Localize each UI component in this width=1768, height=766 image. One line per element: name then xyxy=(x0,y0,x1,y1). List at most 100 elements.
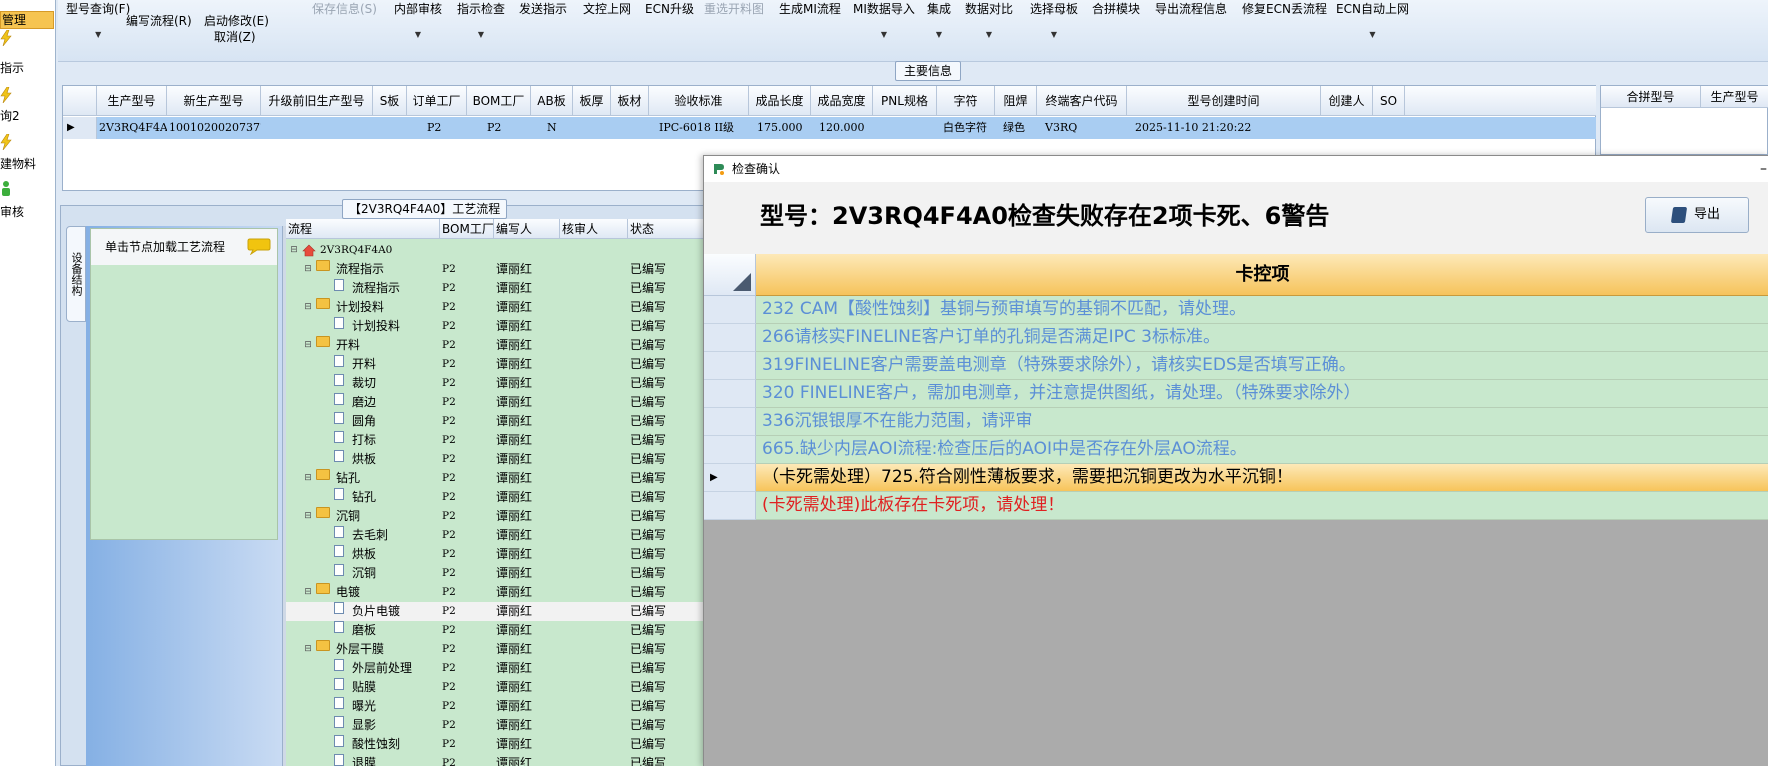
integration-button[interactable]: 集成 ▼ xyxy=(927,0,951,39)
row-selector[interactable] xyxy=(704,408,756,436)
cell-bom-factory[interactable]: P2 xyxy=(467,117,531,139)
tree-row[interactable]: ⊟ 开料 P2 谭丽红 已编写 xyxy=(286,336,720,355)
tree-row[interactable]: 烘板 P2 谭丽红 已编写 xyxy=(286,545,720,564)
tree-row[interactable]: 磨板 P2 谭丽红 已编写 xyxy=(286,621,720,640)
tree-row[interactable]: ⊟ 电镀 P2 谭丽红 已编写 xyxy=(286,583,720,602)
column-header[interactable]: 字符 xyxy=(937,86,995,116)
row-selector[interactable] xyxy=(704,492,756,520)
collapse-icon[interactable]: ⊟ xyxy=(304,298,312,317)
collapse-icon[interactable]: ⊟ xyxy=(290,241,298,260)
row-indicator[interactable]: ▶ xyxy=(63,117,97,139)
column-header[interactable]: 验收标准 xyxy=(649,86,749,116)
tree-row[interactable]: 显影 P2 谭丽红 已编写 xyxy=(286,716,720,735)
column-header[interactable]: BOM工厂 xyxy=(467,86,531,116)
column-header[interactable]: 生产型号 xyxy=(1701,86,1768,108)
column-header[interactable]: 升级前旧生产型号 xyxy=(261,86,373,116)
cell-new-model[interactable]: 10010200207377 xyxy=(167,117,261,139)
export-flow-info-button[interactable]: 导出流程信息 xyxy=(1155,0,1227,17)
column-header[interactable]: AB板 xyxy=(531,86,573,116)
cell-length[interactable]: 175.000 xyxy=(749,117,811,139)
column-header[interactable]: BOM工厂 xyxy=(440,219,494,239)
row-selector[interactable]: ▶ xyxy=(704,464,756,492)
instruction-check-button[interactable]: 指示检查 ▼ xyxy=(457,0,505,39)
cell-solder-mask[interactable]: 绿色 xyxy=(995,117,1037,139)
cell-ab-board[interactable]: N xyxy=(531,117,573,139)
collapse-icon[interactable]: ⊟ xyxy=(304,469,312,488)
cell-acceptance-standard[interactable]: IPC-6018 II级 xyxy=(649,117,749,139)
column-header[interactable]: 型号创建时间 xyxy=(1127,86,1321,116)
column-header[interactable]: 订单工厂 xyxy=(407,86,467,116)
tree-row[interactable]: 酸性蚀刻 P2 谭丽红 已编写 xyxy=(286,735,720,754)
doc-online-button[interactable]: 文控上网 xyxy=(583,0,631,17)
tree-row[interactable]: ⊟ 外层干膜 P2 谭丽红 已编写 xyxy=(286,640,720,659)
start-modify-button[interactable]: 启动修改(E) xyxy=(204,12,269,29)
tree-row[interactable]: ⊟ 计划投料 P2 谭丽红 已编写 xyxy=(286,298,720,317)
ecn-upgrade-button[interactable]: ECN升级 xyxy=(645,0,694,17)
tree-row[interactable]: 负片电镀 P2 谭丽红 已编写 xyxy=(286,602,720,621)
tree-row[interactable]: ⊟ 流程指示 P2 谭丽红 已编写 xyxy=(286,260,720,279)
row-selector[interactable] xyxy=(704,352,756,380)
row-selector[interactable] xyxy=(704,324,756,352)
equipment-structure-tab[interactable]: 设备结构 xyxy=(66,226,86,322)
cell-create-time[interactable]: 2025-11-10 21:20:22 xyxy=(1127,117,1321,139)
column-header[interactable]: 流程 xyxy=(286,219,440,239)
internal-review-button[interactable]: 内部审核 ▼ xyxy=(394,0,442,39)
column-header[interactable]: 成品宽度 xyxy=(811,86,873,116)
tree-row[interactable]: 计划投料 P2 谭丽红 已编写 xyxy=(286,317,720,336)
cell-width[interactable]: 120.000 xyxy=(811,117,873,139)
cancel-button[interactable]: 取消(Z) xyxy=(214,28,256,45)
send-instruction-button[interactable]: 发送指示 xyxy=(519,0,567,17)
column-header[interactable]: S板 xyxy=(373,86,407,116)
tree-row[interactable]: 曝光 P2 谭丽红 已编写 xyxy=(286,697,720,716)
column-header[interactable]: 合拼型号 xyxy=(1601,86,1701,108)
ecn-auto-online-button[interactable]: ECN自动上网 ▼ xyxy=(1336,0,1409,39)
collapse-icon[interactable]: ⊟ xyxy=(304,336,312,355)
control-item-row[interactable]: 336沉银银厚不在能力范围，请评审 xyxy=(704,408,1768,436)
reselect-cut-diagram-button[interactable]: 重选开料图 xyxy=(704,0,764,17)
nav-item-management[interactable]: 管理 xyxy=(0,11,54,29)
nav-item-review[interactable]: 审核 xyxy=(0,203,54,220)
control-item-row[interactable]: ▶ （卡死需处理）725.符合刚性薄板要求，需要把沉铜更改为水平沉铜！ xyxy=(704,464,1768,492)
row-selector[interactable] xyxy=(704,296,756,324)
collapse-icon[interactable]: ⊟ xyxy=(304,260,312,279)
column-header[interactable]: 阻焊 xyxy=(995,86,1037,116)
tree-row[interactable]: 去毛刺 P2 谭丽红 已编写 xyxy=(286,526,720,545)
column-header[interactable]: 核审人 xyxy=(560,219,628,239)
control-item-row[interactable]: 319FINELINE客户需要盖电测章（特殊要求除外），请核实EDS是否填写正确… xyxy=(704,352,1768,380)
select-motherboard-button[interactable]: 选择母板 ▼ xyxy=(1030,0,1078,39)
column-header[interactable]: SO xyxy=(1373,86,1405,116)
nav-item-material[interactable]: 建物料 xyxy=(0,155,54,172)
row-selector[interactable] xyxy=(704,436,756,464)
mi-data-import-button[interactable]: MI数据导入 ▼ xyxy=(853,0,915,39)
tree-row[interactable]: 贴膜 P2 谭丽红 已编写 xyxy=(286,678,720,697)
merge-module-button[interactable]: 合拼模块 xyxy=(1092,0,1140,17)
dialog-titlebar[interactable]: 检查确认 – xyxy=(704,156,1768,182)
control-item-row[interactable]: (卡死需处理)此板存在卡死项，请处理！ xyxy=(704,492,1768,520)
tree-row[interactable]: 流程指示 P2 谭丽红 已编写 xyxy=(286,279,720,298)
tree-row[interactable]: 钻孔 P2 谭丽红 已编写 xyxy=(286,488,720,507)
tree-row[interactable]: 磨边 P2 谭丽红 已编写 xyxy=(286,393,720,412)
row-selector[interactable] xyxy=(704,380,756,408)
column-header[interactable]: 板材 xyxy=(611,86,649,116)
tree-root-row[interactable]: ⊟ 2V3RQ4F4A0 xyxy=(286,241,720,260)
collapse-icon[interactable]: ⊟ xyxy=(304,640,312,659)
column-header[interactable]: 成品长度 xyxy=(749,86,811,116)
nav-item-instruction[interactable]: 指示 xyxy=(0,59,54,76)
column-header[interactable]: 生产型号 xyxy=(97,86,167,116)
write-flow-button[interactable]: 编写流程(R) xyxy=(126,12,192,29)
control-item-row[interactable]: 320 FINELINE客户，需加电测章，并注意提供图纸，请处理。（特殊要求除外… xyxy=(704,380,1768,408)
tree-row[interactable]: 烘板 P2 谭丽红 已编写 xyxy=(286,450,720,469)
cell-order-factory[interactable]: P2 xyxy=(407,117,467,139)
tree-row[interactable]: 裁切 P2 谭丽红 已编写 xyxy=(286,374,720,393)
nav-item-query2[interactable]: 询2 xyxy=(0,107,54,124)
column-header[interactable]: 新生产型号 xyxy=(167,86,261,116)
tree-row[interactable]: 外层前处理 P2 谭丽红 已编写 xyxy=(286,659,720,678)
tree-row[interactable]: 退膜 P2 谭丽红 已编写 xyxy=(286,754,720,766)
cell-model[interactable]: 2V3RQ4F4A0 xyxy=(97,117,167,139)
column-header[interactable]: PNL规格 xyxy=(873,86,937,116)
control-item-row[interactable]: 232 CAM【酸性蚀刻】基铜与预审填写的基铜不匹配，请处理。 xyxy=(704,296,1768,324)
collapse-icon[interactable]: ⊟ xyxy=(304,583,312,602)
control-item-row[interactable]: 266请核实FINELINE客户订单的孔铜是否满足IPC 3标标准。 xyxy=(704,324,1768,352)
model-query-button[interactable]: 型号查询(F) ▼ xyxy=(66,0,130,39)
control-item-row[interactable]: 665.缺少内层AOI流程:检查压后的AOI中是否存在外层AO流程。 xyxy=(704,436,1768,464)
